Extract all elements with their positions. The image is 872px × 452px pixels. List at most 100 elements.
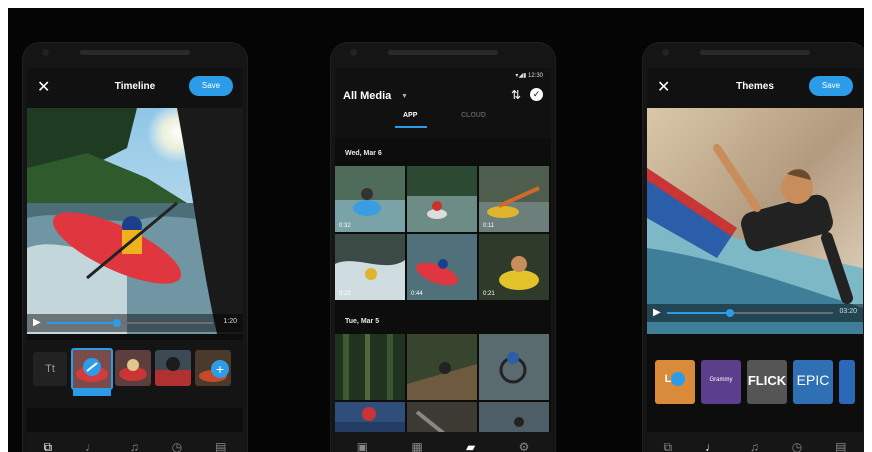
check-circle-icon[interactable]: ✓ (530, 88, 543, 101)
earpiece (80, 50, 190, 55)
earpiece (700, 50, 810, 55)
media-thumbnail[interactable] (335, 334, 405, 400)
thumbnail-image (479, 334, 549, 400)
front-camera (42, 49, 49, 56)
media-thumbnail[interactable]: 0:11 (479, 166, 549, 232)
signal-icon: ▾◢▮ (515, 73, 528, 79)
format-icon[interactable]: ▤ (835, 440, 846, 452)
camera-icon[interactable]: ▰ (466, 440, 475, 452)
phone-timeline: ✕ Timeline Save ▶ 1:20 Tt + ⧉ ♩ ♫ ◷ ▤ (22, 42, 248, 452)
media-title[interactable]: All Media (343, 90, 391, 102)
front-camera (662, 49, 669, 56)
thumbnail-image (407, 166, 477, 232)
video-preview[interactable]: ▶ 1:20 (27, 108, 243, 334)
video-scrubber[interactable]: ▶ 03:20 (647, 304, 863, 322)
thumbnail-image (335, 334, 405, 400)
status-bar: ▾◢▮ 12:30 (515, 72, 543, 79)
kayak-video-frame (27, 108, 243, 334)
theme-label: Grammy (709, 377, 733, 383)
phone-themes: ✕ Themes Save ▶ 03:20 L Grammy FLICK EPI… (642, 42, 864, 452)
media-thumbnail[interactable]: 0:22 (335, 234, 405, 300)
format-icon[interactable]: ▤ (215, 440, 226, 452)
stories-icon[interactable]: ▣ (357, 440, 368, 452)
clip-icon[interactable]: ⧉ (43, 440, 52, 452)
music-note-icon[interactable]: ♩ (705, 440, 717, 452)
media-thumbnail[interactable]: 0:21 (479, 234, 549, 300)
video-scrubber[interactable]: ▶ 1:20 (27, 314, 243, 332)
video-duration: 0:22 (339, 291, 351, 297)
theme-item[interactable]: Grammy (701, 360, 741, 404)
timeline-topbar: ✕ Timeline Save (27, 68, 243, 108)
tab-cloud[interactable]: CLOUD (461, 112, 486, 119)
scrub-track[interactable] (667, 309, 833, 317)
timeline-bottom-nav: ⧉ ♩ ♫ ◷ ▤ (27, 432, 243, 452)
clip-image (73, 350, 111, 388)
earpiece (388, 50, 498, 55)
clip-thumbnail-selected[interactable] (71, 348, 113, 390)
play-icon[interactable]: ▶ (33, 317, 41, 328)
chevron-down-icon[interactable]: ▼ (401, 93, 408, 100)
scrub-handle[interactable] (726, 309, 735, 317)
play-icon[interactable]: ▶ (653, 307, 661, 318)
grid-icon[interactable]: ▦ (411, 440, 422, 452)
media-bottom-nav: ▣ ▦ ▰ ⚙ (335, 432, 551, 452)
save-button[interactable]: Save (189, 76, 233, 96)
status-time: 12:30 (527, 73, 543, 79)
media-thumbnail[interactable] (407, 334, 477, 400)
surf-video-frame (647, 108, 863, 334)
timer-icon[interactable]: ◷ (172, 440, 182, 452)
video-duration: 0:21 (483, 291, 495, 297)
clip-thumbnail[interactable] (155, 350, 191, 386)
video-duration: 0:44 (411, 291, 423, 297)
clip-thumbnail[interactable] (115, 350, 151, 386)
themes-topbar: ✕ Themes Save (647, 68, 863, 108)
video-duration: 0:32 (339, 223, 351, 229)
date-header: Wed, Mar 6 (345, 150, 382, 157)
theme-logo: L (655, 372, 695, 386)
theme-label: EPIC (796, 372, 830, 388)
clip-image (115, 350, 151, 386)
timer-icon[interactable]: ◷ (792, 440, 802, 452)
screenshot-stage: ✕ Timeline Save ▶ 1:20 Tt + ⧉ ♩ ♫ ◷ ▤ ▾◢… (8, 8, 864, 452)
clip-image (155, 350, 191, 386)
plus-icon[interactable]: + (211, 360, 229, 378)
media-thumbnail[interactable]: 0:32 (335, 166, 405, 232)
theme-label: FLICK (747, 373, 787, 388)
selected-clip-bar (73, 388, 111, 396)
sort-icon[interactable]: ⇅ (511, 88, 521, 102)
media-thumbnail[interactable]: 0:44 (407, 234, 477, 300)
settings-icon[interactable]: ⚙ (519, 440, 530, 452)
tab-app[interactable]: APP (403, 112, 417, 119)
thumbnail-image (407, 334, 477, 400)
phone-media: ▾◢▮ 12:30 All Media ▼ ⇅ ✓ APP CLOUD Wed,… (330, 42, 556, 452)
date-header: Tue, Mar 5 (345, 318, 380, 325)
active-tab-indicator (395, 126, 427, 128)
theme-item[interactable]: FLICK (747, 360, 787, 404)
front-camera (350, 49, 357, 56)
media-thumbnail[interactable] (407, 166, 477, 232)
video-preview[interactable]: ▶ 03:20 (647, 108, 863, 334)
clip-strip: Tt + (27, 340, 243, 408)
theme-item[interactable]: EPIC (793, 360, 833, 404)
media-grid-wed: 0:32 0:11 0:22 0:44 0:21 (335, 166, 551, 302)
audio-icon[interactable]: ♫ (750, 440, 759, 452)
theme-item[interactable]: L (655, 360, 695, 404)
video-time: 1:20 (223, 318, 237, 325)
themes-screen: ✕ Themes Save ▶ 03:20 L Grammy FLICK EPI… (647, 68, 863, 452)
music-note-icon[interactable]: ♩ (85, 440, 97, 452)
scrub-track[interactable] (47, 319, 213, 327)
scrub-progress (667, 312, 731, 314)
audio-icon[interactable]: ♫ (130, 440, 139, 452)
clip-icon[interactable]: ⧉ (663, 440, 672, 452)
text-tool-button[interactable]: Tt (33, 352, 67, 386)
video-duration: 0:11 (483, 223, 495, 229)
video-time: 03:20 (839, 308, 857, 315)
media-screen: ▾◢▮ 12:30 All Media ▼ ⇅ ✓ APP CLOUD Wed,… (335, 68, 551, 452)
themes-bottom-nav: ⧉ ♩ ♫ ◷ ▤ (647, 432, 863, 452)
scrub-handle[interactable] (112, 319, 121, 327)
media-thumbnail[interactable] (479, 334, 549, 400)
scrub-progress (47, 322, 117, 324)
save-button[interactable]: Save (809, 76, 853, 96)
theme-item[interactable] (839, 360, 855, 404)
timeline-screen: ✕ Timeline Save ▶ 1:20 Tt + ⧉ ♩ ♫ ◷ ▤ (27, 68, 243, 452)
